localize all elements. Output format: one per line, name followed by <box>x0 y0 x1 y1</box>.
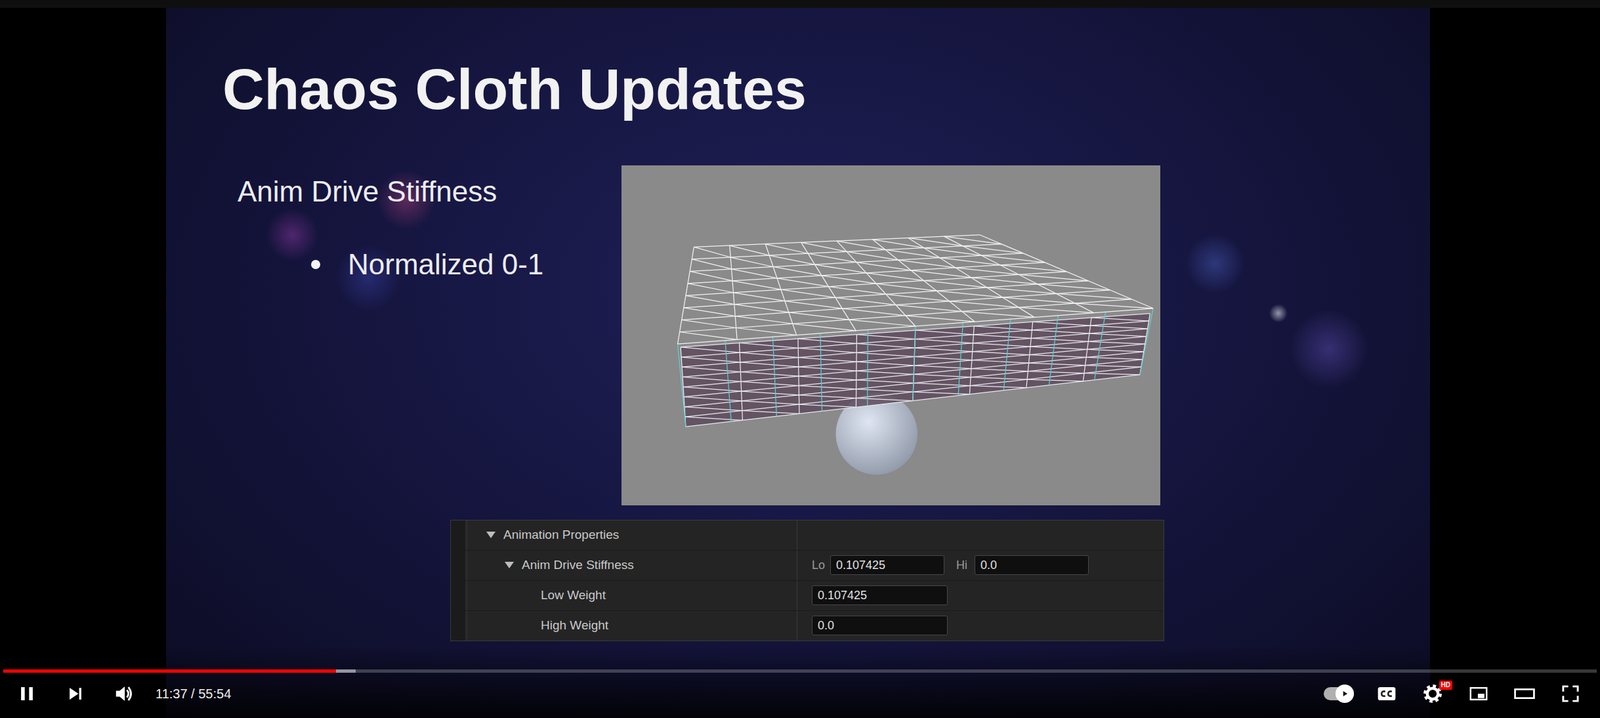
player-controls: 11:37 / 55:54 HD <box>0 645 1600 718</box>
number-input[interactable]: 0.107425 <box>811 585 948 606</box>
slide-title: Chaos Cloth Updates <box>222 7 1431 122</box>
theater-mode-icon[interactable] <box>1511 680 1538 707</box>
group-row[interactable]: Anim Drive StiffnessLo0.107425Hi0.0 <box>450 550 1164 581</box>
bullet-item: Normalized 0-1 <box>311 247 622 283</box>
control-row: 11:37 / 55:54 HD <box>3 672 1597 715</box>
property-row: Low Weight0.107425 <box>450 580 1164 611</box>
pause-icon[interactable] <box>13 680 41 707</box>
expand-arrow-icon[interactable] <box>486 531 496 539</box>
slide-body: Anim Drive Stiffness Normalized 0-1 <box>222 165 1431 506</box>
quality-badge: HD <box>1439 680 1453 690</box>
letterbox-right <box>1430 7 1600 718</box>
letterbox-left <box>0 7 167 718</box>
video-player-page: Chaos Cloth Updates Anim Drive Stiffness N… <box>0 0 1600 718</box>
captions-button[interactable] <box>1373 680 1400 707</box>
slide-heading: Anim Drive Stiffness <box>237 174 622 210</box>
slide-text: Anim Drive Stiffness Normalized 0-1 <box>222 165 622 506</box>
progress-bar[interactable] <box>3 669 1597 673</box>
range-field: Hi0.0 <box>956 555 1089 575</box>
autoplay-play-icon <box>1335 684 1354 703</box>
expand-arrow-icon[interactable] <box>504 561 514 569</box>
section-row[interactable]: Animation Properties <box>450 520 1164 551</box>
bullet-list: Normalized 0-1 <box>237 247 622 283</box>
captions-icon <box>1373 680 1400 707</box>
number-input[interactable]: 0.0 <box>811 615 948 636</box>
property-row: High Weight0.0 <box>450 610 1164 641</box>
fullscreen-icon[interactable] <box>1557 680 1584 707</box>
played-fill <box>3 669 337 673</box>
range-field: Lo0.107425 <box>811 555 945 575</box>
number-input[interactable]: 0.107425 <box>830 555 945 575</box>
autoplay-toggle[interactable] <box>1323 687 1354 701</box>
cloth-viewport <box>621 165 1161 506</box>
video-stage[interactable]: Chaos Cloth Updates Anim Drive Stiffness N… <box>0 7 1600 718</box>
miniplayer-icon[interactable] <box>1465 680 1492 707</box>
top-strip <box>0 0 1600 8</box>
time-display: 11:37 / 55:54 <box>155 686 232 702</box>
settings-button[interactable]: HD <box>1419 680 1446 707</box>
properties-panel: Animation PropertiesAnim Drive Stiffness… <box>450 519 1165 642</box>
bullet-dot-icon <box>311 259 321 270</box>
slide: Chaos Cloth Updates Anim Drive Stiffness N… <box>166 7 1431 718</box>
next-icon[interactable] <box>62 680 89 707</box>
cloth-mesh-icon <box>621 165 1161 506</box>
volume-icon[interactable] <box>110 680 138 707</box>
number-input[interactable]: 0.0 <box>974 555 1089 575</box>
